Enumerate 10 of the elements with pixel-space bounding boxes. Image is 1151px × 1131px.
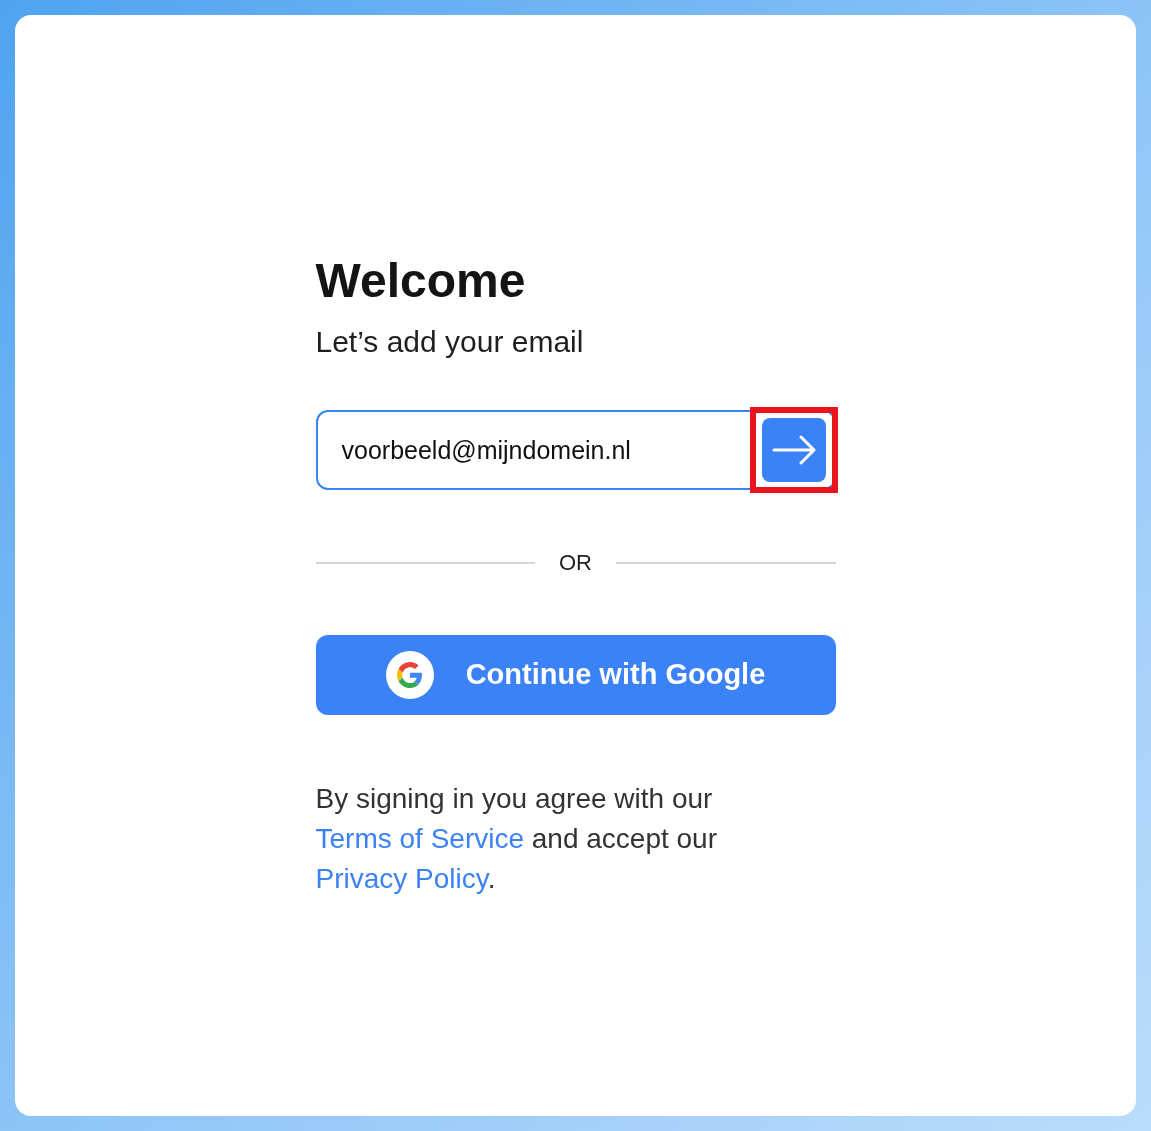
legal-link[interactable]: Terms of Service [315, 823, 524, 854]
arrow-right-icon [771, 435, 816, 465]
google-button[interactable]: Continue with Google [315, 635, 836, 715]
legal-link[interactable]: Privacy Policy [315, 863, 488, 894]
welcome-heading: Welcome [315, 253, 527, 309]
terms-notice: By signing in you agree with our Terms of Service and accept our Privacy Policy. [315, 782, 719, 896]
submit-button[interactable] [761, 418, 826, 482]
divider-label: OR [559, 549, 592, 577]
subheading: Let’s add your email [315, 324, 585, 360]
google-logo-icon [396, 662, 423, 688]
